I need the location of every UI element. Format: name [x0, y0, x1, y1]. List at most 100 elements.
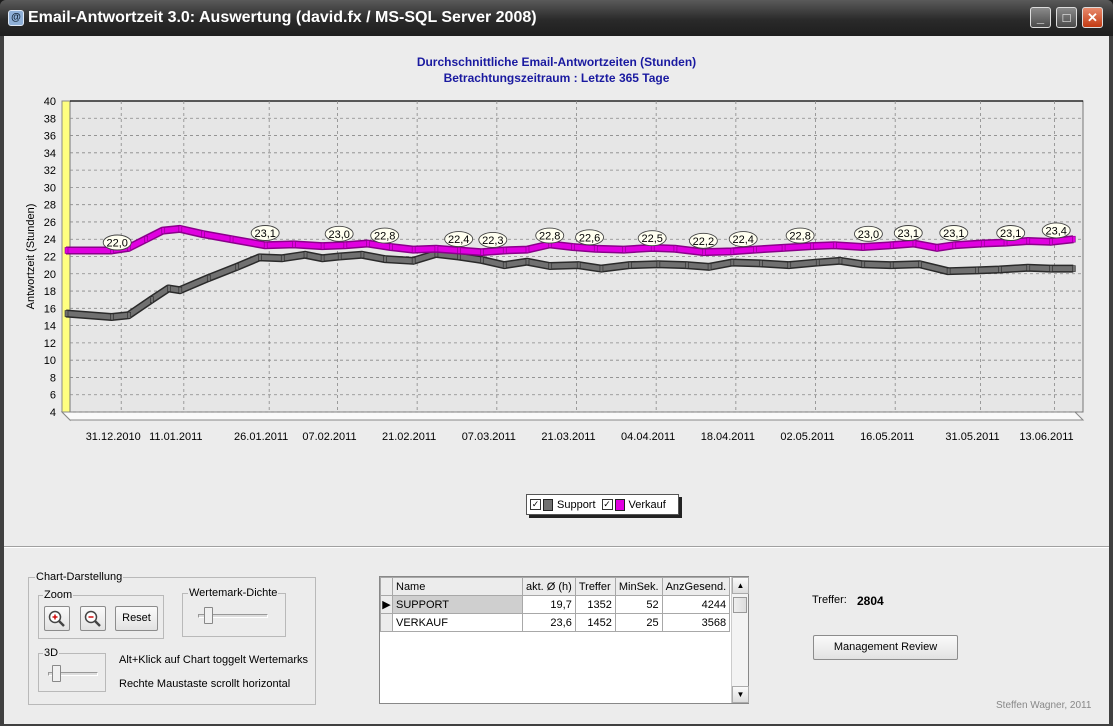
app-icon[interactable]: @: [8, 10, 24, 26]
data-point-verkauf: [753, 246, 757, 253]
data-point-verkauf: [781, 244, 786, 252]
x-tick-label: 11.01.2011: [149, 431, 202, 443]
data-point-verkauf: [502, 247, 507, 254]
cell-sent[interactable]: 3568: [661, 613, 731, 632]
close-button[interactable]: ✕: [1082, 7, 1103, 28]
data-point-verkauf: [434, 245, 439, 253]
hint-right-mouse: Rechte Maustaste scrollt horizontal: [119, 678, 291, 690]
data-point-verkauf: [1072, 235, 1076, 243]
data-point-support: [64, 310, 69, 317]
data-point-verkauf: [673, 245, 678, 253]
density-slider-thumb[interactable]: [204, 607, 214, 624]
value-mark-label: 23,1: [943, 228, 964, 240]
data-point-verkauf: [935, 244, 940, 252]
table-row[interactable]: VERKAUF 23,6 1452 25 3568: [380, 613, 731, 632]
x-tick-label: 04.04.2011: [621, 431, 675, 443]
cell-minsec[interactable]: 25: [614, 613, 663, 632]
scroll-up-arrow-icon[interactable]: ▲: [732, 577, 749, 594]
cell-sent[interactable]: 4244: [661, 595, 731, 614]
legend-checkbox-verkauf[interactable]: ✓: [601, 499, 613, 510]
data-point-support: [889, 261, 894, 269]
data-point-support: [127, 311, 131, 319]
x-tick-label: 02.05.2011: [780, 431, 834, 443]
data-point-verkauf: [861, 243, 866, 251]
zoom-out-button[interactable]: [80, 606, 106, 631]
chart-panel[interactable]: Durchschnittliche Email-Antwortzeiten (S…: [4, 36, 1109, 544]
treffer-label: Treffer:: [812, 594, 847, 606]
grid-vertical-scrollbar[interactable]: ▲ ▼: [731, 577, 749, 703]
y-tick-label: 10: [44, 355, 56, 367]
y-tick-label: 14: [44, 321, 56, 333]
data-point-verkauf: [411, 246, 416, 253]
data-point-support: [280, 254, 285, 262]
data-point-support: [150, 296, 154, 303]
value-mark-label: 23,1: [1000, 228, 1021, 240]
minimize-button[interactable]: _: [1030, 7, 1051, 28]
x-tick-label: 16.05.2011: [860, 431, 914, 443]
data-point-support: [918, 260, 922, 268]
app-window: @ Email-Antwortzeit 3.0: Auswertung (dav…: [0, 0, 1113, 726]
scroll-thumb[interactable]: [733, 597, 747, 613]
data-point-support: [206, 274, 211, 282]
data-point-support: [258, 254, 262, 261]
data-point-support: [759, 260, 763, 267]
data-point-verkauf: [64, 247, 69, 254]
cell-avg[interactable]: 23,6: [522, 613, 576, 632]
zoom-in-button[interactable]: [44, 606, 70, 631]
x-tick-label: 31.12.2010: [86, 431, 141, 443]
value-mark-label: 22,8: [539, 231, 560, 243]
cell-name[interactable]: VERKAUF: [392, 613, 523, 632]
title-bar[interactable]: @ Email-Antwortzeit 3.0: Auswertung (dav…: [0, 0, 1113, 36]
data-point-verkauf: [178, 225, 183, 233]
data-point-support: [628, 261, 632, 269]
chart-legend: ✓ Support ✓ Verkauf: [526, 494, 679, 515]
data-point-verkauf: [571, 243, 575, 251]
data-point-support: [502, 261, 507, 269]
reset-button[interactable]: Reset: [115, 606, 158, 631]
data-grid[interactable]: Name akt. Ø (h) Treffer MinSek. AnzGesen…: [379, 576, 749, 704]
left-wall: [61, 100, 71, 422]
cell-minsec[interactable]: 52: [614, 595, 663, 614]
column-header-minsec[interactable]: MinSek.: [614, 577, 663, 596]
line-chart[interactable]: 4 6 8 10 12 14 16 18 20 22 24 26 28 30 32 34 36 38 40 31.12…: [4, 36, 1109, 486]
value-mark-label: 22,4: [733, 234, 754, 246]
value-mark-label: 22,8: [374, 231, 395, 243]
data-point-verkauf: [292, 241, 296, 248]
cell-hits[interactable]: 1352: [574, 595, 616, 614]
data-point-support: [235, 263, 240, 271]
column-header-avg[interactable]: akt. Ø (h): [522, 577, 576, 596]
data-point-verkauf: [1026, 237, 1031, 245]
y-tick-label: 20: [44, 269, 56, 281]
x-tick-label: 13.06.2011: [1019, 431, 1073, 443]
value-mark-label: 23,1: [254, 228, 275, 240]
scroll-down-arrow-icon[interactable]: ▼: [732, 686, 749, 703]
y-tick-label: 22: [44, 252, 56, 264]
y-tick-label: 8: [50, 372, 56, 384]
data-point-support: [656, 260, 661, 268]
threed-slider-thumb[interactable]: [52, 665, 62, 682]
cell-name[interactable]: SUPPORT: [392, 595, 523, 614]
data-point-verkauf: [201, 230, 205, 238]
density-slider[interactable]: [198, 606, 268, 626]
column-header-sent[interactable]: AnzGesend.: [661, 577, 731, 596]
cell-avg[interactable]: 19,7: [522, 595, 576, 614]
data-point-support: [525, 258, 530, 265]
legend-checkbox-support[interactable]: ✓: [530, 499, 541, 510]
table-row[interactable]: ▶ SUPPORT 19,7 1352 52 4244: [380, 595, 731, 614]
column-header-hits[interactable]: Treffer: [574, 577, 616, 596]
management-review-button[interactable]: Management Review: [813, 635, 958, 660]
x-tick-label: 07.03.2011: [462, 431, 516, 443]
data-point-support: [548, 262, 553, 270]
data-point-support: [998, 266, 1002, 273]
data-point-support: [337, 253, 342, 260]
x-tick-label: 07.02.2011: [302, 431, 356, 443]
density-label: Wertemark-Dichte: [188, 587, 279, 599]
cell-hits[interactable]: 1452: [574, 613, 616, 632]
data-point-support: [480, 256, 484, 264]
current-row-indicator: ▶: [380, 595, 393, 614]
maximize-button[interactable]: □: [1056, 7, 1077, 28]
y-tick-label: 30: [44, 182, 56, 194]
data-point-verkauf: [1049, 238, 1053, 246]
threed-slider[interactable]: [48, 664, 98, 684]
column-header-name[interactable]: Name: [392, 577, 523, 596]
